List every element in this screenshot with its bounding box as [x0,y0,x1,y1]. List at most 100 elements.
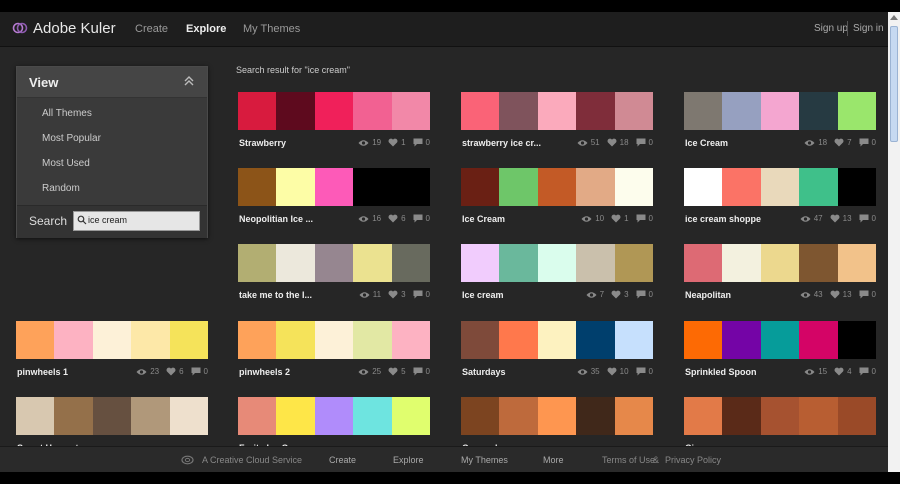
footer-more-link[interactable]: More [543,455,564,465]
color-swatch[interactable] [238,397,277,435]
color-swatch[interactable] [314,397,354,435]
menu-item-all-themes[interactable]: All Themes [42,108,92,119]
color-swatch[interactable] [537,321,577,359]
color-swatch[interactable] [760,244,800,282]
theme-name[interactable]: Neopolitian Ice ... [239,214,313,224]
brand-name[interactable]: Adobe Kuler [33,20,116,37]
color-swatch[interactable] [722,92,761,130]
menu-item-most-used[interactable]: Most Used [42,158,90,169]
color-swatch[interactable] [391,397,431,435]
theme-swatches[interactable] [684,92,877,130]
color-swatch[interactable] [614,321,654,359]
sign-in-link[interactable]: Sign in [853,23,884,34]
color-swatch[interactable] [537,397,577,435]
collapse-icon[interactable] [183,75,195,87]
footer-my-themes-link[interactable]: My Themes [461,455,508,465]
color-swatch[interactable] [353,168,392,206]
color-swatch[interactable] [837,244,877,282]
theme-swatches[interactable] [238,92,431,130]
color-swatch[interactable] [614,92,654,130]
color-swatch[interactable] [276,92,315,130]
theme-swatches[interactable] [16,321,209,359]
scrollbar-thumb[interactable] [890,26,898,142]
color-swatch[interactable] [276,168,315,206]
theme-card[interactable]: ice cream shoppe 47 13 0 [684,168,877,230]
theme-card[interactable]: pinwheels 2 25 5 0 [238,321,431,383]
theme-name[interactable]: Strawberry [239,138,286,148]
theme-swatches[interactable] [461,397,654,435]
color-swatch[interactable] [461,168,500,206]
theme-swatches[interactable] [684,397,877,435]
theme-swatches[interactable] [684,321,877,359]
theme-swatches[interactable] [16,397,209,435]
color-swatch[interactable] [760,321,800,359]
nav-create[interactable]: Create [135,23,168,35]
theme-swatches[interactable] [684,168,877,206]
nav-explore[interactable]: Explore [186,23,226,35]
color-swatch[interactable] [461,397,500,435]
color-swatch[interactable] [722,168,761,206]
theme-name[interactable]: take me to the I... [239,290,312,300]
color-swatch[interactable] [391,321,431,359]
color-swatch[interactable] [353,244,392,282]
color-swatch[interactable] [131,397,170,435]
scrollbar[interactable] [888,12,900,472]
color-swatch[interactable] [760,168,800,206]
theme-name[interactable]: Ice Cream [462,214,505,224]
color-swatch[interactable] [799,397,838,435]
color-swatch[interactable] [837,92,877,130]
kuler-logo-icon[interactable] [12,20,28,36]
color-swatch[interactable] [238,168,277,206]
color-swatch[interactable] [684,92,723,130]
color-swatch[interactable] [576,244,615,282]
color-swatch[interactable] [722,244,761,282]
menu-item-random[interactable]: Random [42,183,80,194]
color-swatch[interactable] [353,92,392,130]
color-swatch[interactable] [722,321,761,359]
theme-swatches[interactable] [461,321,654,359]
theme-card[interactable]: Saturdays 35 10 0 [461,321,654,383]
color-swatch[interactable] [169,321,209,359]
color-swatch[interactable] [276,397,315,435]
color-swatch[interactable] [92,321,132,359]
color-swatch[interactable] [576,397,615,435]
menu-item-most-popular[interactable]: Most Popular [42,133,101,144]
color-swatch[interactable] [684,244,723,282]
theme-swatches[interactable] [461,168,654,206]
theme-swatches[interactable] [238,168,431,206]
footer-terms-link[interactable]: Terms of Use [602,455,655,465]
theme-card[interactable]: Sprinkled Spoon 15 4 0 [684,321,877,383]
color-swatch[interactable] [16,397,55,435]
color-swatch[interactable] [314,244,354,282]
theme-name[interactable]: strawberry ice cr... [462,138,541,148]
theme-name[interactable]: pinwheels 2 [239,367,290,377]
color-swatch[interactable] [760,397,800,435]
color-swatch[interactable] [799,168,838,206]
color-swatch[interactable] [461,321,500,359]
theme-card[interactable]: Ice Cream 10 1 0 [461,168,654,230]
view-panel-header[interactable]: View [17,67,207,98]
search-input[interactable] [88,213,196,227]
footer-explore-link[interactable]: Explore [393,455,424,465]
color-swatch[interactable] [837,397,877,435]
color-swatch[interactable] [391,168,431,206]
color-swatch[interactable] [837,168,877,206]
color-swatch[interactable] [391,244,431,282]
theme-card[interactable]: pinwheels 1 23 6 0 [16,321,209,383]
color-swatch[interactable] [684,168,723,206]
color-swatch[interactable] [353,321,392,359]
theme-swatches[interactable] [238,397,431,435]
color-swatch[interactable] [799,92,838,130]
theme-name[interactable]: pinwheels 1 [17,367,68,377]
color-swatch[interactable] [684,321,723,359]
theme-name[interactable]: Ice Cream [685,138,728,148]
theme-name[interactable]: Ice cream [462,290,504,300]
theme-card[interactable]: Strawberry 19 1 0 [238,92,431,154]
color-swatch[interactable] [499,92,538,130]
color-swatch[interactable] [353,397,392,435]
color-swatch[interactable] [131,321,170,359]
color-swatch[interactable] [238,321,277,359]
color-swatch[interactable] [16,321,55,359]
color-swatch[interactable] [54,397,93,435]
color-swatch[interactable] [537,244,577,282]
